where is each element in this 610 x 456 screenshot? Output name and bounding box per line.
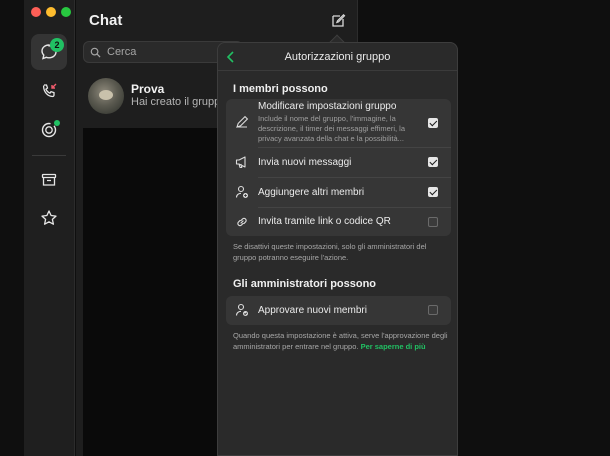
approve-member-icon — [235, 303, 248, 316]
search-icon — [90, 47, 101, 58]
rail-calls-button[interactable] — [31, 73, 67, 109]
group-permissions-panel: Autorizzazioni gruppo I membri possono M… — [217, 42, 458, 456]
minimize-window-button[interactable] — [46, 7, 56, 17]
chat-list-title: Chat — [89, 12, 123, 29]
app-window: 2 Chat Cerca Prova Hai creato il gruppo … — [0, 0, 610, 456]
star-icon — [41, 210, 57, 225]
rail-starred-button[interactable] — [31, 200, 67, 236]
chat-name: Prova — [131, 82, 165, 96]
members-permissions-group: Modificare impostazioni gruppo Include i… — [226, 99, 451, 236]
permission-checkbox[interactable] — [428, 157, 438, 167]
unread-badge: 2 — [50, 38, 64, 52]
permission-description: Include il nome del gruppo, l'immagine, … — [258, 114, 406, 143]
rail-status-button[interactable] — [31, 112, 67, 148]
admins-section-title: Gli amministratori possono — [233, 278, 377, 290]
permission-edit-settings[interactable]: Modificare impostazioni gruppo Include i… — [226, 99, 451, 145]
chat-list-empty-area — [83, 128, 217, 456]
permission-checkbox[interactable] — [428, 305, 438, 315]
permission-label: Approvare nuovi membri — [258, 305, 367, 316]
rail-archived-button[interactable] — [31, 162, 67, 198]
admins-note: Quando questa impostazione è attiva, ser… — [233, 330, 448, 352]
group-avatar — [88, 78, 124, 114]
permission-label: Modificare impostazioni gruppo — [258, 101, 397, 112]
archive-icon — [41, 173, 57, 186]
link-icon — [237, 217, 247, 227]
pencil-icon — [236, 115, 249, 128]
members-section-title: I membri possono — [233, 83, 328, 95]
permission-label: Aggiungere altri membri — [258, 187, 365, 198]
zoom-window-button[interactable] — [61, 7, 71, 17]
permission-label: Invita tramite link o codice QR — [258, 216, 391, 227]
permission-checkbox[interactable] — [428, 118, 438, 128]
learn-more-link[interactable]: Per saperne di più — [361, 342, 426, 351]
permission-approve-members[interactable]: Approvare nuovi membri — [226, 296, 451, 325]
status-update-dot — [54, 120, 60, 126]
new-chat-icon[interactable] — [330, 13, 346, 29]
close-window-button[interactable] — [31, 7, 41, 17]
permission-checkbox[interactable] — [428, 187, 438, 197]
search-input[interactable] — [107, 46, 227, 58]
panel-title: Autorizzazioni gruppo — [284, 51, 391, 63]
permission-send-messages[interactable]: Invia nuovi messaggi — [226, 148, 451, 177]
chat-list-item[interactable]: Prova Hai creato il gruppo — [83, 74, 227, 118]
panel-header: Autorizzazioni gruppo — [218, 43, 457, 71]
rail-divider — [32, 155, 66, 156]
permission-add-members[interactable]: Aggiungere altri membri — [226, 178, 451, 207]
add-member-icon — [235, 185, 248, 198]
admin-permissions-group: Approvare nuovi membri — [226, 296, 451, 325]
members-note: Se disattivi queste impostazioni, solo g… — [233, 242, 427, 262]
phone-missed-icon — [42, 83, 57, 98]
permission-checkbox[interactable] — [428, 217, 438, 227]
permission-label: Invia nuovi messaggi — [258, 157, 352, 168]
chat-preview: Hai creato il gruppo — [131, 96, 227, 108]
megaphone-icon — [235, 156, 246, 169]
permission-invite-link[interactable]: Invita tramite link o codice QR — [226, 208, 451, 236]
